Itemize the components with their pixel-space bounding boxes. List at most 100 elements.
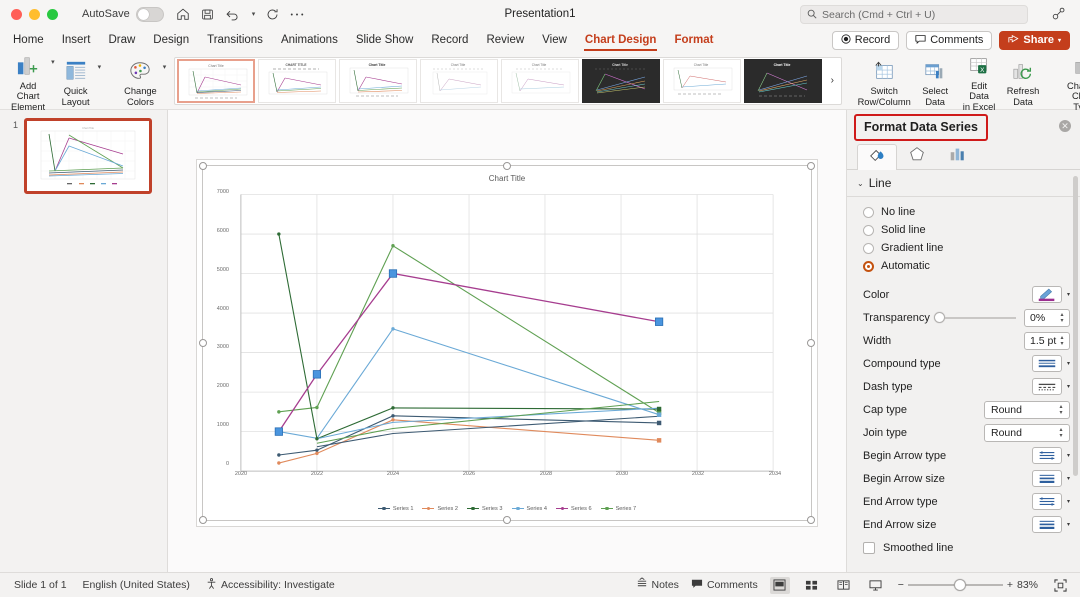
zoom-control[interactable]: − + 83% (898, 579, 1038, 591)
notes-button[interactable]: Notes (636, 576, 679, 594)
legend-item[interactable]: Series 2 (422, 505, 458, 512)
undo-icon[interactable] (225, 8, 240, 21)
window-controls[interactable] (11, 8, 58, 20)
tab-chart-design[interactable]: Chart Design (576, 28, 666, 52)
chart-legend[interactable]: Series 1 Series 2 Series 3 Series 4 Seri… (203, 505, 811, 512)
end-arrow-size-chevron-down-icon[interactable]: ▾ (1067, 521, 1070, 528)
close-window-button[interactable] (11, 8, 22, 20)
end-arrow-type-chevron-down-icon[interactable]: ▾ (1067, 498, 1070, 505)
quick-layout-chevron-down-icon[interactable]: ▾ (98, 63, 102, 71)
color-chevron-down-icon[interactable]: ▾ (1067, 291, 1070, 298)
radio-gradient-line[interactable] (863, 242, 874, 254)
chart-object[interactable]: Chart Title 7000 6000 5000 4000 3000 200… (199, 162, 815, 524)
radio-no-line[interactable] (863, 206, 874, 218)
legend-item[interactable]: Series 1 (377, 505, 413, 512)
change-chart-type-button[interactable]: Change Chart Type (1062, 49, 1080, 113)
chart-style-thumb-3[interactable]: Chart Title (339, 58, 418, 103)
slide-thumbnail-item-1[interactable]: 1 Chart Title (8, 118, 152, 194)
save-icon[interactable] (201, 8, 214, 21)
search-box[interactable] (800, 5, 1028, 24)
zoom-slider[interactable] (907, 579, 1003, 591)
panel-scrollbar[interactable] (1073, 176, 1078, 476)
transparency-slider-knob[interactable] (933, 312, 945, 323)
view-reading-button[interactable] (834, 577, 854, 594)
tab-animations[interactable]: Animations (272, 28, 347, 52)
maximize-window-button[interactable] (47, 8, 58, 20)
close-icon[interactable]: ✕ (1059, 120, 1071, 132)
tab-format[interactable]: Format (665, 28, 722, 52)
tab-slide-show[interactable]: Slide Show (347, 28, 423, 52)
slide-thumbnail-1[interactable]: Chart Title (24, 118, 152, 194)
begin-arrow-size-chevron-down-icon[interactable]: ▾ (1067, 475, 1070, 482)
view-presenter-button[interactable] (866, 577, 886, 594)
legend-item[interactable]: Series 6 (556, 505, 592, 512)
tab-draw[interactable]: Draw (99, 28, 144, 52)
share-chevron-down-icon[interactable]: ▾ (1058, 37, 1061, 44)
tab-series-options[interactable] (937, 143, 977, 169)
quick-layout-button[interactable]: Quick Layout (55, 54, 97, 107)
share-button[interactable]: Share ▾ (999, 30, 1070, 50)
refresh-data-button[interactable]: Refresh Data (1002, 54, 1044, 107)
begin-arrow-type-chevron-down-icon[interactable]: ▾ (1067, 452, 1070, 459)
fit-to-window-button[interactable] (1050, 577, 1070, 594)
chart-style-thumb-4[interactable]: Chart Title (420, 58, 499, 103)
collaborate-icon[interactable] (1052, 7, 1066, 26)
width-value-field[interactable]: 1.5 pt ▴ ▾ (1024, 331, 1070, 350)
gallery-more-button[interactable]: › (825, 59, 839, 103)
compound-type-icon[interactable] (1031, 355, 1062, 372)
status-comments-button[interactable]: Comments (691, 576, 758, 594)
transparency-stepper[interactable]: ▴ ▾ (1058, 311, 1066, 325)
autosave-toggle[interactable] (135, 6, 164, 22)
change-colors-chevron-down-icon[interactable]: ▾ (163, 63, 167, 71)
undo-chevron-down-icon[interactable]: ▾ (252, 10, 256, 18)
option-solid-line[interactable]: Solid line (847, 221, 1080, 239)
chart-styles-gallery[interactable]: Chart Title CHART TITLE Chart Title Char… (174, 56, 843, 105)
redo-icon[interactable] (266, 8, 279, 21)
tab-view[interactable]: View (533, 28, 576, 52)
dash-type-icon[interactable] (1031, 378, 1062, 395)
cap-type-select[interactable]: Round ▴ ▾ (984, 400, 1070, 419)
accessibility-status[interactable]: Accessibility: Investigate (206, 576, 335, 594)
smoothed-line-checkbox[interactable] (863, 542, 875, 554)
add-chart-element-button[interactable]: Add Chart Element (6, 49, 50, 113)
option-automatic[interactable]: Automatic (847, 257, 1080, 275)
chevron-down-icon[interactable]: ⌄ (857, 179, 864, 188)
begin-arrow-type-icon[interactable] (1031, 447, 1062, 464)
compound-type-chevron-down-icon[interactable]: ▾ (1067, 360, 1070, 367)
comments-button[interactable]: Comments (906, 30, 993, 50)
option-gradient-line[interactable]: Gradient line (847, 239, 1080, 257)
tab-record[interactable]: Record (422, 28, 477, 52)
view-slide-sorter-button[interactable] (802, 577, 822, 594)
transparency-slider-track[interactable] (944, 316, 1016, 319)
home-icon[interactable] (176, 7, 190, 21)
select-data-button[interactable]: Select Data (914, 54, 956, 107)
autosave-control[interactable]: AutoSave (82, 6, 164, 22)
transparency-slider[interactable] (933, 312, 1016, 323)
zoom-slider-knob[interactable] (953, 579, 966, 591)
dash-type-chevron-down-icon[interactable]: ▾ (1067, 383, 1070, 390)
change-colors-button[interactable]: Change Colors (119, 54, 162, 107)
width-stepper[interactable]: ▴ ▾ (1058, 334, 1066, 348)
legend-item[interactable]: Series 7 (600, 505, 636, 512)
search-input[interactable] (822, 8, 1021, 21)
record-button[interactable]: Record (831, 30, 900, 50)
zoom-in-button[interactable]: + (1007, 579, 1013, 591)
join-type-stepper[interactable]: ▴ ▾ (1057, 426, 1065, 440)
legend-item[interactable]: Series 4 (511, 505, 547, 512)
chart-style-thumb-8[interactable]: Chart Title (744, 58, 823, 103)
panel-body[interactable]: ⌄ Line No line Solid line Gradient line (847, 170, 1080, 572)
transparency-value-field[interactable]: 0% ▴ ▾ (1024, 308, 1070, 327)
chart-style-thumb-2[interactable]: CHART TITLE (258, 58, 337, 103)
language-status[interactable]: English (United States) (83, 579, 190, 591)
chart-style-thumb-1[interactable]: Chart Title (177, 58, 256, 103)
minimize-window-button[interactable] (29, 8, 40, 20)
section-line-header[interactable]: ⌄ Line (847, 170, 1080, 197)
tab-review[interactable]: Review (477, 28, 533, 52)
tab-effects[interactable] (897, 143, 937, 169)
tab-design[interactable]: Design (144, 28, 198, 52)
chart-style-thumb-7[interactable]: Chart Title (663, 58, 742, 103)
radio-automatic[interactable] (863, 260, 874, 272)
slide-canvas[interactable]: Chart Title 7000 6000 5000 4000 3000 200… (168, 110, 846, 572)
chart-style-thumb-5[interactable]: Chart Title (501, 58, 580, 103)
tab-fill-and-line[interactable] (857, 144, 897, 170)
